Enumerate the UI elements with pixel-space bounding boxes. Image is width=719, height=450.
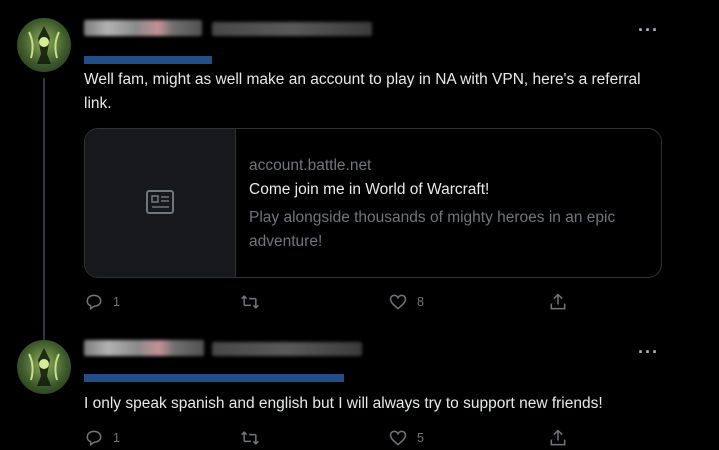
- more-icon[interactable]: ···: [638, 20, 659, 41]
- card-thumbnail: [85, 129, 236, 277]
- article-icon: [146, 190, 174, 214]
- avatar[interactable]: [17, 18, 71, 72]
- avatar[interactable]: [17, 340, 71, 394]
- reply-button[interactable]: 1: [84, 426, 120, 450]
- more-icon[interactable]: ···: [638, 342, 659, 363]
- like-button[interactable]: 5: [388, 426, 424, 450]
- retweet-button[interactable]: [240, 426, 260, 450]
- author-name[interactable]: [84, 340, 204, 356]
- tweet-actions: 1 8: [84, 290, 644, 314]
- retweet-icon: [241, 295, 259, 309]
- share-icon: [550, 429, 566, 446]
- reply-icon: [86, 430, 102, 447]
- reply-count: 1: [113, 295, 120, 309]
- heart-icon: [389, 294, 407, 310]
- retweet-button[interactable]: [240, 290, 260, 314]
- retweet-icon: [241, 431, 259, 445]
- author-meta: [212, 342, 362, 356]
- tweet[interactable]: ··· Well fam, might as well make an acco…: [0, 0, 719, 330]
- author-handle[interactable]: [84, 56, 212, 64]
- author-handle[interactable]: [84, 374, 344, 382]
- link-card[interactable]: account.battle.net Come join me in World…: [84, 128, 662, 278]
- card-domain: account.battle.net: [249, 157, 372, 174]
- card-description: Play alongside thousands of mighty heroe…: [249, 209, 616, 250]
- share-icon: [550, 293, 566, 310]
- card-title: Come join me in World of Warcraft!: [249, 181, 490, 198]
- like-count: 5: [417, 431, 424, 445]
- tweet-actions: 1 5: [84, 426, 644, 450]
- like-count: 8: [417, 295, 424, 309]
- share-button[interactable]: [548, 426, 568, 450]
- like-button[interactable]: 8: [388, 290, 424, 314]
- reply-count: 1: [113, 431, 120, 445]
- author-meta: [212, 22, 372, 36]
- heart-icon: [389, 430, 407, 446]
- tweet-text: I only speak spanish and english but I w…: [84, 395, 603, 412]
- reply-button[interactable]: 1: [84, 290, 120, 314]
- share-button[interactable]: [548, 290, 568, 314]
- tweet[interactable]: ··· I only speak spanish and english but…: [0, 330, 719, 447]
- reply-icon: [86, 294, 102, 311]
- author-name[interactable]: [84, 20, 202, 36]
- tweet-text: Well fam, might as well make an account …: [84, 71, 641, 112]
